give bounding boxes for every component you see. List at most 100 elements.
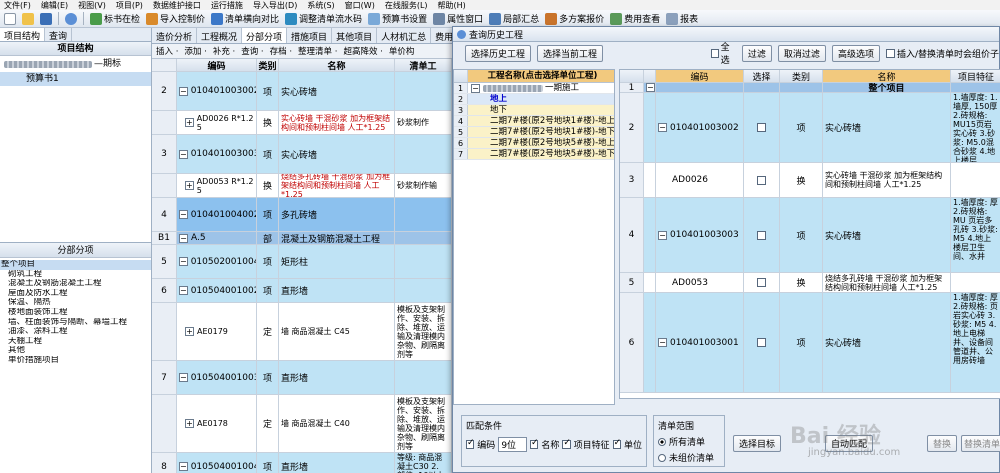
menu-item[interactable]: 帮助(H) <box>438 0 466 10</box>
partial-summary-button[interactable]: 局部汇总 <box>489 12 539 25</box>
select-checkbox[interactable] <box>757 175 766 185</box>
division-item[interactable]: 保温、隔热 <box>0 298 151 308</box>
undo-icon[interactable] <box>65 12 77 25</box>
table-row[interactable]: 5−010502001004 项矩形柱 <box>152 245 452 279</box>
select-target-button[interactable]: 选择目标 <box>733 435 782 452</box>
tab-query[interactable]: 查询 <box>45 28 73 42</box>
main-tool[interactable]: 补充 · <box>213 45 235 57</box>
match-code-checkbox[interactable] <box>466 438 475 449</box>
collapse-icon[interactable]: − <box>179 286 188 295</box>
table-row[interactable]: 2−010401003002 项实心砖墙 <box>152 72 452 111</box>
property-window-button[interactable]: 属性窗口 <box>433 12 483 25</box>
fee-view-button[interactable]: 费用查看 <box>610 12 660 25</box>
collapse-icon[interactable]: − <box>179 86 188 96</box>
main-tool[interactable]: 单价构 <box>389 45 415 57</box>
new-file-icon[interactable] <box>4 12 16 25</box>
division-item[interactable]: 墙、柱面装饰与隔断、幕墙工程 <box>0 318 151 328</box>
main-tool[interactable]: 查询 · <box>241 45 263 57</box>
digits-select[interactable]: 9位 <box>498 437 528 452</box>
history-project-row[interactable]: 7 二期7#楼(原2号地块5#楼)-地下 <box>454 149 614 160</box>
history-grid-row[interactable]: 3 AD0026 换实心砖墙 干混砂浆 加为框架结构间和预制柱间墙 人工*1.25 <box>620 163 1000 198</box>
bid-check-button[interactable]: 标书在检 <box>90 12 140 25</box>
collapse-icon[interactable]: − <box>646 83 655 92</box>
collapse-icon[interactable]: − <box>179 149 188 159</box>
filter-button[interactable]: 过滤 <box>741 44 772 62</box>
expand-icon[interactable]: + <box>185 419 194 428</box>
main-tab[interactable]: 其他项目 <box>332 28 378 43</box>
history-grid-row[interactable]: 1− 整个项目 <box>620 83 1000 93</box>
multi-plan-button[interactable]: 多方案报价 <box>545 12 604 25</box>
match-name-checkbox[interactable] <box>530 438 539 449</box>
collapse-icon[interactable]: − <box>658 338 667 347</box>
history-project-row[interactable]: 4 二期7#楼(原2号地块1#楼)-地上 <box>454 116 614 127</box>
range-all-radio[interactable] <box>658 437 666 446</box>
collapse-icon[interactable]: − <box>179 233 188 243</box>
select-checkbox[interactable] <box>757 123 766 132</box>
collapse-icon[interactable]: − <box>658 123 667 132</box>
match-unit-checkbox[interactable] <box>612 438 622 449</box>
report-button[interactable]: 报表 <box>666 12 698 25</box>
table-row[interactable]: 8−010504001004项直形墙 1. 混凝土强度等级: 商品混凝土C30 2… <box>152 453 452 473</box>
table-row[interactable]: 7−010504001003 项直形墙 <box>152 361 452 395</box>
menu-item[interactable]: 系统(S) <box>307 0 334 10</box>
table-row[interactable]: B1− A.5 部混凝土及钢筋混凝土工程 <box>152 232 452 245</box>
menu-item[interactable]: 运行措施 <box>211 0 243 10</box>
division-item[interactable]: 整个项目 <box>0 260 151 270</box>
select-current-button[interactable]: 选择当前工程 <box>537 44 604 62</box>
main-tool[interactable]: 存档 · <box>270 45 292 57</box>
replace-button[interactable]: 替换 <box>927 435 958 452</box>
match-feature-checkbox[interactable] <box>562 438 571 449</box>
division-item[interactable]: 屋面及防水工程 <box>0 289 151 299</box>
main-tool[interactable]: 添加 · <box>184 45 206 57</box>
save-icon[interactable] <box>40 12 52 25</box>
menu-item[interactable]: 在线服务(L) <box>385 0 428 10</box>
history-project-row[interactable]: 6 二期7#楼(原2号地块5#楼)-地上 <box>454 138 614 149</box>
main-tab[interactable]: 分部分项 <box>242 28 288 43</box>
table-row[interactable]: + AE0179 定墙 商品混凝土 C45 模板及支架制作、安装、拆除、堆放、运输及清… <box>152 303 452 361</box>
open-folder-icon[interactable] <box>22 12 34 25</box>
table-row[interactable]: + AD0053 R*1.2 5 换烧结多孔砖墙 干混砂浆 加为框架结构间和预制柱间… <box>152 174 452 198</box>
division-item[interactable]: 油漆、涂料工程 <box>0 327 151 337</box>
main-tab[interactable]: 造价分析 <box>152 28 198 43</box>
main-tool[interactable]: 插入 · <box>156 45 178 57</box>
division-item[interactable]: 其他 <box>0 346 151 356</box>
collapse-icon[interactable]: − <box>471 83 480 93</box>
menu-item[interactable]: 导入导出(D) <box>253 0 297 10</box>
expand-icon[interactable]: + <box>185 327 194 336</box>
select-checkbox[interactable] <box>757 278 766 287</box>
history-project-row[interactable]: 1− 一期施工 <box>454 83 614 94</box>
division-item[interactable]: 天棚工程 <box>0 337 151 347</box>
table-row[interactable]: 3−010401003003 项实心砖墙 <box>152 135 452 174</box>
menu-item[interactable]: 窗口(W) <box>345 0 375 10</box>
select-all-checkbox[interactable]: 全选 <box>710 40 736 66</box>
replace-option-checkbox[interactable]: 插入/替换清单时会组价子 <box>885 47 999 60</box>
select-checkbox[interactable] <box>757 230 766 240</box>
history-project-row[interactable]: 2 地上 <box>454 94 614 105</box>
division-item[interactable]: 混凝土及钢筋混凝土工程 <box>0 279 151 289</box>
budget-settings-button[interactable]: 预算书设置 <box>368 12 427 25</box>
list-compare-button[interactable]: 清单横向对比 <box>211 12 279 25</box>
history-grid-row[interactable]: 6 −010401003001 项实心砖墙 1.墙厚度: 厚 2.砖规格: 页岩实心砖… <box>620 293 1000 393</box>
range-ungrouped-radio[interactable] <box>658 453 666 462</box>
menu-item[interactable]: 文件(F) <box>4 0 31 10</box>
main-tool[interactable]: 整理清单 · <box>298 45 337 57</box>
expand-icon[interactable]: + <box>185 118 194 127</box>
adjust-serial-button[interactable]: 调整清单流水码 <box>285 12 362 25</box>
collapse-icon[interactable]: − <box>658 230 667 240</box>
collapse-icon[interactable]: − <box>179 462 188 471</box>
menu-item[interactable]: 项目(P) <box>116 0 143 10</box>
main-tab[interactable]: 措施项目 <box>287 28 333 43</box>
collapse-icon[interactable]: − <box>179 373 188 382</box>
history-grid-row[interactable]: 2 −010401003002 项实心砖墙 1.墙厚度: 1.墙厚, 150厚 2.砖… <box>620 93 1000 163</box>
expand-icon[interactable]: + <box>185 181 194 190</box>
import-control-price-button[interactable]: 导入控制价 <box>146 12 205 25</box>
division-item[interactable]: 楼地面装饰工程 <box>0 308 151 318</box>
history-project-row[interactable]: 3 地下 <box>454 105 614 116</box>
main-tab[interactable]: 人材机汇总 <box>377 28 432 43</box>
main-tab[interactable]: 工程概况 <box>197 28 243 43</box>
table-row[interactable]: 4−010401004002 项多孔砖墙 <box>152 198 452 232</box>
menu-item[interactable]: 视图(V) <box>78 0 106 10</box>
collapse-icon[interactable]: − <box>179 257 188 266</box>
select-checkbox[interactable] <box>757 338 766 347</box>
division-item[interactable]: 砌筑工程 <box>0 270 151 280</box>
